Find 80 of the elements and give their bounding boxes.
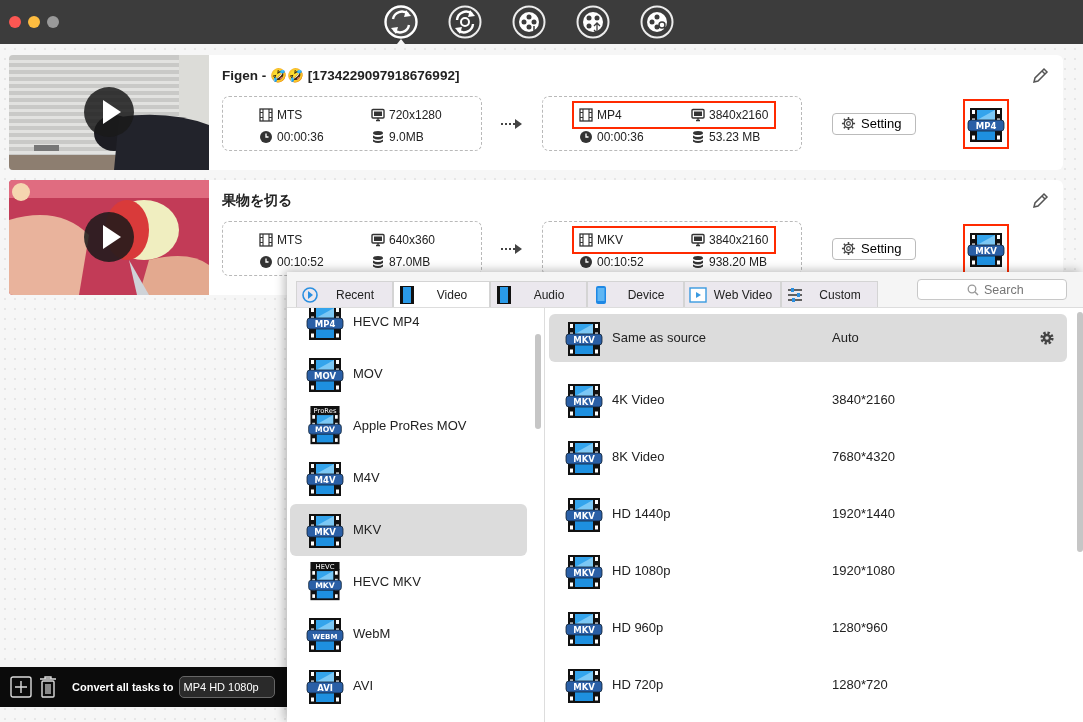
gear-icon	[841, 241, 856, 256]
clock-icon	[579, 254, 593, 269]
format-list-item[interactable]: AVI AVI	[290, 660, 527, 712]
database-icon	[691, 129, 705, 144]
monitor-icon	[691, 232, 705, 247]
monitor-icon	[371, 232, 385, 247]
arrow-icon	[501, 117, 523, 130]
format-tab[interactable]: Video	[393, 281, 490, 307]
format-text: MTS	[277, 106, 303, 124]
duration-text: 00:10:52	[277, 253, 324, 271]
setting-button[interactable]: Setting	[832, 237, 916, 260]
scrollbar[interactable]	[1077, 312, 1083, 552]
size-text: 53.23 MB	[709, 128, 761, 146]
resolution-text: 3840x2160	[709, 231, 769, 249]
film-icon	[398, 285, 416, 304]
sliders-icon	[786, 285, 804, 304]
add-icon[interactable]	[10, 676, 32, 698]
format-tab[interactable]: Recent	[296, 281, 393, 307]
video-title: 果物を切る	[222, 191, 292, 210]
size-text: 87.0MB	[389, 253, 431, 271]
history-icon	[301, 285, 319, 304]
format-text: MTS	[277, 231, 303, 249]
resolution-text: 640x360	[389, 231, 436, 249]
play-button[interactable]	[84, 87, 134, 137]
film-format-icon: MP4	[306, 308, 344, 342]
format-tab[interactable]: Web Video	[684, 281, 781, 307]
format-list-item[interactable]: MP4 HEVC MP4	[290, 308, 527, 348]
video-title: Figen - 🤣🤣 [1734229097918676992]	[222, 66, 460, 85]
film-icon	[495, 285, 513, 304]
resolution-text: 720x1280	[389, 106, 442, 124]
clock-icon	[259, 254, 273, 269]
format-text: MP4	[597, 106, 622, 124]
size-text: 938.20 MB	[709, 253, 768, 271]
format-list-item[interactable]: MKV MKV	[290, 504, 527, 556]
play-window-icon	[689, 285, 707, 304]
format-list-item[interactable]: MOV MOV	[290, 348, 527, 400]
setting-button[interactable]: Setting	[832, 112, 916, 135]
play-button[interactable]	[84, 212, 134, 262]
clock-icon	[579, 129, 593, 144]
preset-list-item[interactable]: MKV HD 960p 1280*960	[549, 599, 1067, 656]
size-text: 9.0MB	[389, 128, 424, 146]
clock-icon	[259, 129, 273, 144]
preset-list-item[interactable]: MKV Same as source Auto	[549, 314, 1067, 362]
duration-text: 00:00:36	[597, 128, 644, 146]
database-icon	[691, 254, 705, 269]
film-icon	[579, 232, 593, 247]
zoom-button[interactable]	[47, 16, 59, 28]
monitor-icon	[371, 107, 385, 122]
gear-icon[interactable]	[1039, 330, 1055, 346]
duration-text: 00:10:52	[597, 253, 644, 271]
arrow-icon	[501, 242, 523, 255]
film-icon	[259, 232, 273, 247]
search-icon	[967, 284, 979, 296]
format-tab[interactable]: Audio	[490, 281, 587, 307]
scrollbar[interactable]	[535, 334, 541, 429]
film-icon	[579, 107, 593, 122]
resolution-text: 3840x2160	[709, 106, 769, 124]
minimize-button[interactable]	[28, 16, 40, 28]
pencil-icon[interactable]	[1031, 192, 1049, 210]
film-icon	[259, 107, 273, 122]
search-field[interactable]: Search	[917, 279, 1067, 300]
format-tab[interactable]: Custom	[781, 281, 878, 307]
database-icon	[371, 254, 385, 269]
monitor-icon	[691, 107, 705, 122]
preset-list-item[interactable]: MKV HD 720p 1280*720	[549, 656, 1067, 713]
format-list-item[interactable]: M4V M4V	[290, 452, 527, 504]
gear-icon	[841, 116, 856, 131]
database-icon	[371, 129, 385, 144]
pencil-icon[interactable]	[1031, 67, 1049, 85]
preset-list-item[interactable]: MKV HD 1080p 1920*1080	[549, 542, 1067, 599]
close-button[interactable]	[9, 16, 21, 28]
trash-icon[interactable]	[38, 675, 58, 699]
duration-text: 00:00:36	[277, 128, 324, 146]
preset-list-item[interactable]: MKV 8K Video 7680*4320	[549, 428, 1067, 485]
format-field[interactable]: MP4 HD 1080p	[179, 676, 276, 698]
convert-label: Convert all tasks to	[72, 679, 174, 695]
preset-list-item[interactable]: MKV HD 1440p 1920*1440	[549, 485, 1067, 542]
format-text: MKV	[597, 231, 623, 249]
preset-list-item[interactable]: MKV 4K Video 3840*2160	[549, 371, 1067, 428]
format-tab[interactable]: Device	[587, 281, 684, 307]
